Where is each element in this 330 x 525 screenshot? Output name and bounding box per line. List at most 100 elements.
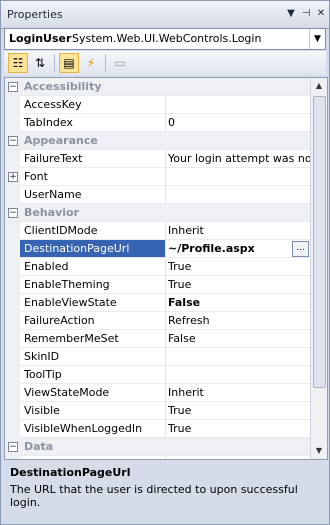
property-row[interactable]: VisibleWhenLoggedIn True [5,420,311,438]
property-name: RememberMeSet [24,332,119,345]
column-divider [165,312,166,330]
row-gutter [5,366,20,384]
row-gutter [5,186,20,204]
column-divider [165,402,166,420]
column-divider [165,348,166,366]
row-gutter [5,294,20,312]
property-value[interactable]: ~/Profile.aspx [168,242,311,255]
category-row[interactable]: − Behavior [5,204,311,222]
row-gutter [5,114,20,132]
events-icon[interactable]: ⚡ [81,53,101,73]
property-row[interactable]: RememberMeSet False [5,330,311,348]
row-gutter [5,420,20,438]
row-gutter [5,150,20,168]
description-panel: DestinationPageUrl The URL that the user… [4,461,326,519]
property-name: (Expressions) [24,458,98,459]
property-row[interactable]: FailureAction Refresh [5,312,311,330]
column-divider [165,150,166,168]
column-divider [165,366,166,384]
property-row[interactable]: Enabled True [5,258,311,276]
pin-icon[interactable]: ⊣ [299,7,313,21]
property-name: EnableTheming [24,278,110,291]
property-value[interactable]: Refresh [168,314,311,327]
object-name: LoginUser [9,32,72,45]
property-row[interactable]: SkinID [5,348,311,366]
scroll-down-icon[interactable]: ▼ [311,443,327,459]
property-row[interactable]: FailureText Your login attempt was not su [5,150,311,168]
properties-window: Properties ▼ ⊣ ✕ LoginUser System.Web.UI… [0,0,330,525]
property-name: Font [24,170,48,183]
chevron-down-icon[interactable]: ▼ [309,29,325,49]
scroll-up-icon[interactable]: ▲ [311,78,327,94]
row-gutter [5,456,20,459]
category-label: Appearance [24,134,98,147]
property-row[interactable]: EnableTheming True [5,276,311,294]
row-gutter [5,348,20,366]
column-divider [165,168,166,186]
property-name: SkinID [24,350,60,363]
scroll-thumb[interactable] [313,96,326,388]
property-name: ToolTip [24,368,62,381]
row-gutter [5,384,20,402]
ellipsis-button[interactable]: ... [292,241,309,257]
object-selector[interactable]: LoginUser System.Web.UI.WebControls.Logi… [4,28,326,50]
category-label: Behavior [24,206,80,219]
property-row[interactable]: ViewStateMode Inherit [5,384,311,402]
row-gutter [5,276,20,294]
property-name: Visible [24,404,60,417]
property-value[interactable]: True [168,260,311,273]
window-title: Properties [7,8,63,21]
property-value[interactable]: False [168,296,311,309]
expand-icon[interactable]: + [8,172,18,182]
property-value[interactable]: True [168,422,311,435]
column-divider [165,114,166,132]
row-gutter [5,222,20,240]
toolbar-separator [54,54,55,72]
categorized-icon[interactable]: ☷ [8,53,28,73]
property-value[interactable]: 0 [168,116,311,129]
property-name: TabIndex [24,116,73,129]
row-gutter [5,330,20,348]
property-value[interactable]: Your login attempt was not su [168,152,311,165]
category-row[interactable]: − Accessibility [5,78,311,96]
property-value[interactable]: Inherit [168,386,311,399]
property-grid: − Accessibility AccessKey TabIndex 0− Appeara… [4,77,328,460]
window-position-icon[interactable]: ▼ [284,7,298,21]
vertical-scrollbar[interactable]: ▲ ▼ [310,78,327,459]
column-divider [165,222,166,240]
collapse-icon[interactable]: − [8,82,18,92]
property-row[interactable]: AccessKey [5,96,311,114]
column-divider [165,240,166,258]
collapse-icon[interactable]: − [8,208,18,218]
row-gutter [5,96,20,114]
property-name: AccessKey [24,98,82,111]
property-value[interactable]: True [168,404,311,417]
collapse-icon[interactable]: − [8,136,18,146]
category-label: Data [24,440,54,453]
property-row[interactable]: + Font [5,168,311,186]
property-row[interactable]: TabIndex 0 [5,114,311,132]
collapse-icon[interactable]: − [8,442,18,452]
property-row[interactable]: DestinationPageUrl ~/Profile.aspx... [5,240,311,258]
property-value[interactable]: False [168,332,311,345]
category-row[interactable]: − Appearance [5,132,311,150]
property-name: DestinationPageUrl [20,240,165,257]
title-bar: Properties ▼ ⊣ ✕ [1,1,329,29]
properties-icon[interactable]: ▤ [59,53,79,73]
category-row[interactable]: − Data [5,438,311,456]
property-row[interactable]: ToolTip [5,366,311,384]
property-row[interactable]: Visible True [5,402,311,420]
property-pages-icon[interactable]: ▭ [110,53,130,73]
close-icon[interactable]: ✕ [314,7,328,21]
column-divider [165,96,166,114]
property-row[interactable]: EnableViewState False [5,294,311,312]
property-row[interactable]: ClientIDMode Inherit [5,222,311,240]
property-value[interactable]: Inherit [168,224,311,237]
toolbar: ☷ ⇅ ▤ ⚡ ▭ [4,51,326,75]
description-text: The URL that the user is directed to upo… [10,483,298,509]
alphabetical-icon[interactable]: ⇅ [30,53,50,73]
property-row[interactable]: UserName [5,186,311,204]
description-title: DestinationPageUrl [10,466,131,479]
property-row[interactable]: (Expressions) [5,456,311,459]
property-value[interactable]: True [168,278,311,291]
